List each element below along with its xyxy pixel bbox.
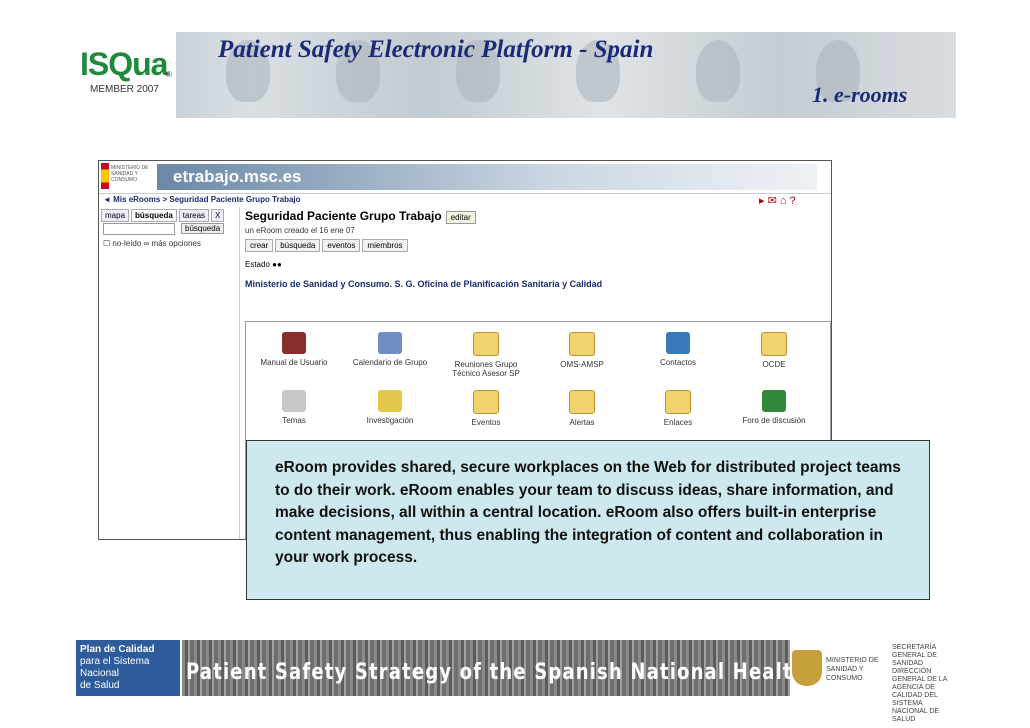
action-bar: crear búsqueda eventos miembros [245,239,825,252]
secretaria-label: SECRETARÍA GENERAL DE SANIDAD [892,644,937,667]
search-button[interactable]: búsqueda [181,223,225,234]
spain-flag-icon [101,163,109,189]
plan-line-2: para el Sistema Nacional [80,656,150,679]
folder-icon [569,332,595,356]
unread-label: no-leído [112,239,142,248]
room-title-text: Seguridad Paciente Grupo Trabajo [245,209,442,223]
tab-mapa[interactable]: mapa [101,209,130,222]
contacts-icon [666,332,690,354]
events-button[interactable]: eventos [322,239,361,252]
item-oms[interactable]: OMS-AMSP [534,332,630,369]
item-label: OMS-AMSP [560,360,604,369]
ministry-name: MINISTERIO DE SANIDAD Y CONSUMO [826,657,879,682]
eroom-topbar: MINISTERIO DE SANIDAD Y CONSUMO etrabajo… [99,161,831,194]
item-events[interactable]: Eventos [438,390,534,427]
eroom-sidebar: mapa búsqueda tareas X búsqueda ☐ no-leído … [99,207,240,539]
item-meetings[interactable]: Reuniones Grupo Técnico Asesor SP [438,332,534,378]
item-label: Contactos [659,358,697,367]
description-callout: eRoom provides shared, secure workplaces… [246,440,930,600]
close-icon[interactable]: X [211,209,225,222]
calendar-icon [378,332,402,354]
breadcrumb[interactable]: ◄ Mis eRooms > Seguridad Paciente Grupo … [103,195,301,204]
agency-label: DIRECCIÓN GENERAL DE LA AGENCIA DE CALID… [892,668,947,723]
item-temas[interactable]: Temas [246,390,342,425]
status-row: Estado ●● [245,260,825,269]
tab-tareas[interactable]: tareas [178,209,210,222]
ministry-logo-small: MINISTERIO DE SANIDAD Y CONSUMO [111,165,149,183]
created-date: un eRoom creado el 16 ene 07 [245,226,355,235]
create-button[interactable]: crear [245,239,274,252]
item-label: Calendario de Grupo [352,358,428,367]
unread-checkbox[interactable]: ☐ no-leído ∞ más opciones [103,239,201,248]
coat-of-arms-icon [792,650,822,686]
toolbar-icons[interactable]: ▸ ✉ ⌂ ? [759,194,796,207]
item-links[interactable]: Enlaces [630,390,726,427]
item-calendar[interactable]: Calendario de Grupo [342,332,438,367]
item-research[interactable]: Investigación [342,390,438,425]
footer: Plan de Calidad para el Sistema Nacional… [76,640,956,723]
strategy-text: Patient Safety Strategy of the Spanish N… [186,660,897,685]
bulb-icon [378,390,402,412]
item-manual[interactable]: Manual de Usuario [246,332,342,367]
item-label: OCDE [762,360,786,369]
isqua-member-label: MEMBER 2007 [90,84,159,95]
registered-mark: ® [166,70,172,79]
folder-icon [665,390,691,414]
search-action-button[interactable]: búsqueda [275,239,321,252]
banner-photo [696,40,740,102]
item-label: Reuniones Grupo [454,360,518,369]
isqua-logo: ISQua ® MEMBER 2007 [76,32,176,118]
room-title: Seguridad Paciente Grupo Trabajo editar [245,209,825,224]
folder-icon [761,332,787,356]
ministry-line[interactable]: Ministerio de Sanidad y Consumo. S. G. O… [245,279,825,289]
item-label-2: Técnico Asesor SP [452,369,520,378]
eroom-main: Seguridad Paciente Grupo Trabajo editar u… [245,209,825,289]
traffic-light-icon: ●● [272,260,282,269]
item-alerts[interactable]: Alertas [534,390,630,427]
item-ocde[interactable]: OCDE [726,332,822,369]
sidebar-tabs: mapa búsqueda tareas X [101,209,226,222]
item-label: Eventos [471,418,501,427]
item-label: Investigación [366,416,414,425]
item-contacts[interactable]: Contactos [630,332,726,367]
description-text: eRoom provides shared, secure workplaces… [275,459,901,566]
plan-line-1: Plan de Calidad [80,644,155,655]
item-label: Foro de discusión [742,416,806,425]
ministry-logo: MINISTERIO DE SANIDAD Y CONSUMO SECRETAR… [792,640,956,723]
page-subtitle: 1. e-rooms [812,82,908,107]
members-button[interactable]: miembros [362,239,408,252]
item-label: Temas [282,416,306,425]
item-label: Enlaces [663,418,693,427]
edit-button[interactable]: editar [445,211,476,224]
book-icon [282,332,306,354]
folder-icon [473,390,499,414]
folder-icon [569,390,595,414]
secretaria-text: SECRETARÍA GENERAL DE SANIDAD DIRECCIÓN … [892,644,956,724]
item-label: Alertas [569,418,595,427]
isqua-logo-text: ISQua [80,46,168,82]
more-options-link[interactable]: más opciones [151,239,200,248]
item-forum[interactable]: Foro de discusión [726,390,822,425]
page-title: Patient Safety Electronic Platform - Spa… [218,36,654,63]
folder-icon [473,332,499,356]
item-label: Manual de Usuario [260,358,328,367]
site-banner: etrabajo.msc.es [157,164,817,190]
status-label: Estado [245,260,270,269]
footer-strip: Patient Safety Strategy of the Spanish N… [182,640,895,696]
forum-icon [762,390,786,412]
plan-calidad-logo: Plan de Calidad para el Sistema Nacional… [76,640,180,696]
tab-busqueda[interactable]: búsqueda [131,209,177,222]
plan-line-3: de Salud [80,680,120,691]
search-input[interactable] [103,223,175,235]
printer-icon [282,390,306,412]
